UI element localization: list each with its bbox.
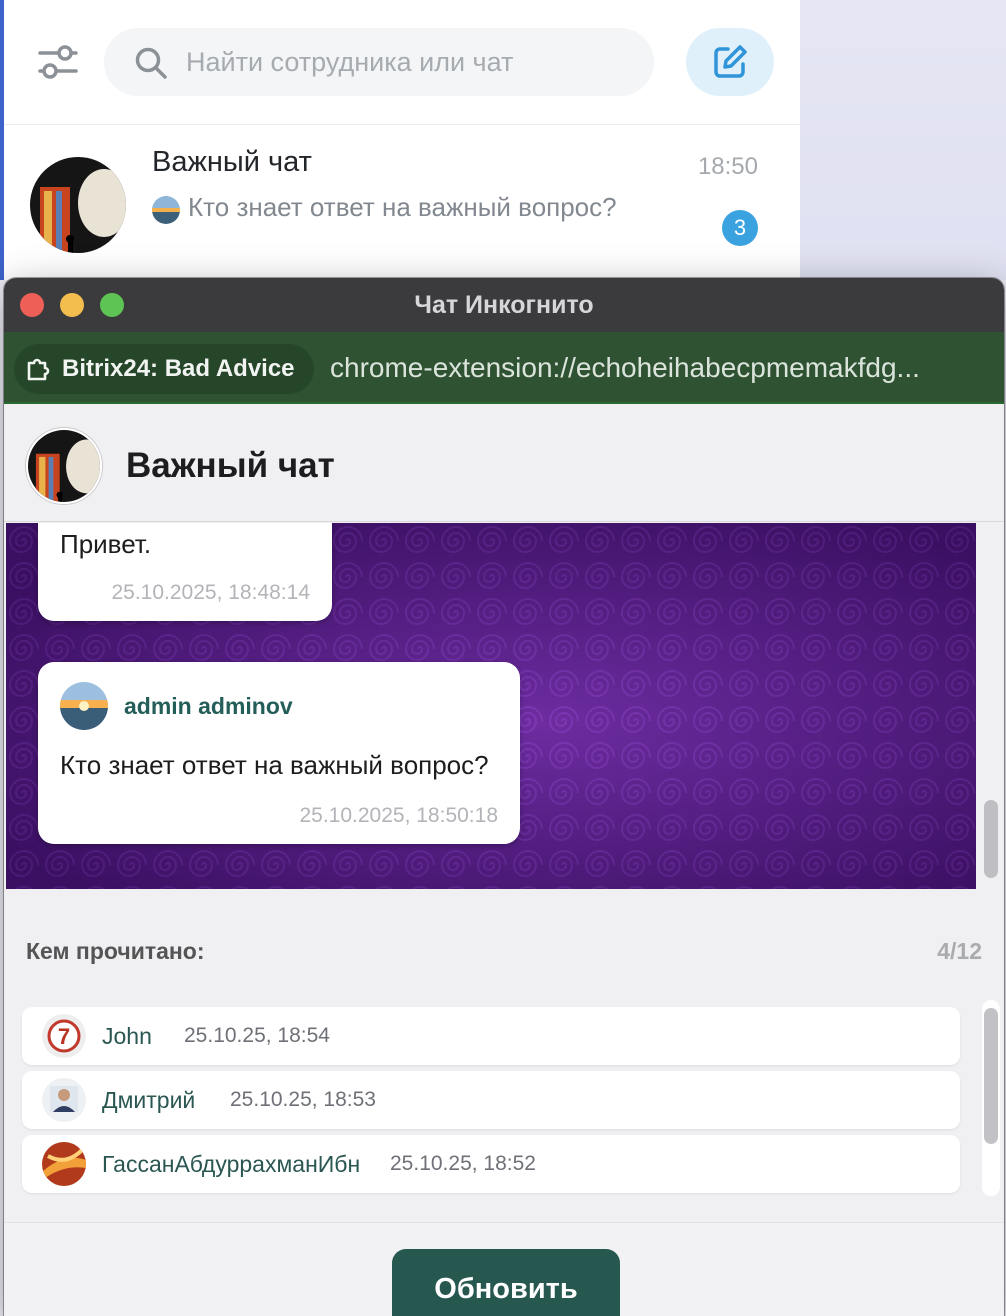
read-count: 4/12 [937, 938, 982, 964]
footer: Обновить [4, 1222, 1004, 1316]
last-sender-avatar [152, 196, 180, 224]
puzzle-icon [27, 358, 50, 381]
reader-avatar [42, 1142, 86, 1186]
reader-name: Дмитрий [102, 1087, 196, 1113]
message-bubble[interactable]: admin adminov Кто знает ответ на важный … [38, 662, 520, 844]
chat-header: Важный чат [4, 406, 1004, 522]
title-bar[interactable]: Чат Инкогнито [4, 278, 1004, 332]
reader-avatar [42, 1078, 86, 1122]
read-by-label: Кем прочитано: [26, 938, 205, 964]
chat-preview: Кто знает ответ на важный вопрос? [188, 192, 617, 222]
reader-row[interactable]: 7 John 25.10.25, 18:54 [22, 1007, 960, 1065]
window-title: Чат Инкогнито [414, 291, 594, 319]
message-area[interactable]: Привет. 25.10.2025, 18:48:14 admin admin… [6, 523, 976, 889]
messenger-panel: Важный чат 18:50 Кто знает ответ на важн… [4, 0, 800, 280]
chat-list-item[interactable]: Важный чат 18:50 Кто знает ответ на важн… [4, 126, 800, 280]
reader-row[interactable]: Дмитрий 25.10.25, 18:53 [22, 1071, 960, 1129]
message-author[interactable]: admin adminov [124, 693, 293, 720]
sliders-icon[interactable] [36, 40, 80, 84]
reader-time: 25.10.25, 18:52 [390, 1152, 536, 1175]
readers-scrollbar-thumb[interactable] [984, 1008, 998, 1144]
refresh-button[interactable]: Обновить [392, 1249, 620, 1316]
reader-time: 25.10.25, 18:53 [230, 1088, 376, 1111]
readers-list: 7 John 25.10.25, 18:54 Дмитрий 25.10.25,… [4, 1000, 1004, 1200]
compose-button[interactable] [686, 28, 774, 96]
desktop-background [800, 0, 1006, 280]
messages-scrollbar-thumb[interactable] [984, 800, 998, 878]
edit-square-icon [714, 45, 747, 78]
search-input[interactable] [186, 44, 626, 80]
message-bubble[interactable]: Привет. 25.10.2025, 18:48:14 [38, 523, 332, 621]
reader-avatar: 7 [42, 1014, 86, 1058]
chat-time: 18:50 [697, 153, 758, 180]
reader-time: 25.10.25, 18:54 [184, 1024, 330, 1047]
address-bar: Bitrix24: Bad Advice chrome-extension://… [4, 332, 1004, 404]
unread-badge: 3 [722, 210, 758, 246]
svg-text:7: 7 [58, 1024, 70, 1049]
extension-name: Bitrix24: Bad Advice [62, 355, 295, 382]
message-time: 25.10.2025, 18:50:18 [299, 804, 498, 827]
reader-name: ГассанАбдуррахманИбн [102, 1151, 361, 1177]
message-text: Кто знает ответ на важный вопрос? [60, 750, 489, 780]
chat-name: Важный чат [152, 146, 312, 178]
chat-avatar [30, 157, 126, 253]
message-text: Привет. [60, 529, 152, 559]
reader-row[interactable]: ГассанАбдуррахманИбн 25.10.25, 18:52 [22, 1135, 960, 1193]
chat-avatar [26, 428, 102, 504]
extension-chip[interactable]: Bitrix24: Bad Advice [14, 344, 314, 394]
search-box[interactable] [104, 28, 654, 96]
incognito-window: Чат Инкогнито Bitrix24: Bad Advice chrom… [4, 278, 1004, 1316]
reader-name: John [102, 1023, 152, 1049]
search-icon [134, 46, 168, 80]
author-avatar [60, 682, 108, 730]
message-time: 25.10.2025, 18:48:14 [111, 581, 310, 604]
chat-title: Важный чат [126, 446, 335, 485]
messenger-header [4, 0, 800, 125]
url-text[interactable]: chrome-extension://echoheihabecpmemakfdg… [330, 352, 970, 384]
